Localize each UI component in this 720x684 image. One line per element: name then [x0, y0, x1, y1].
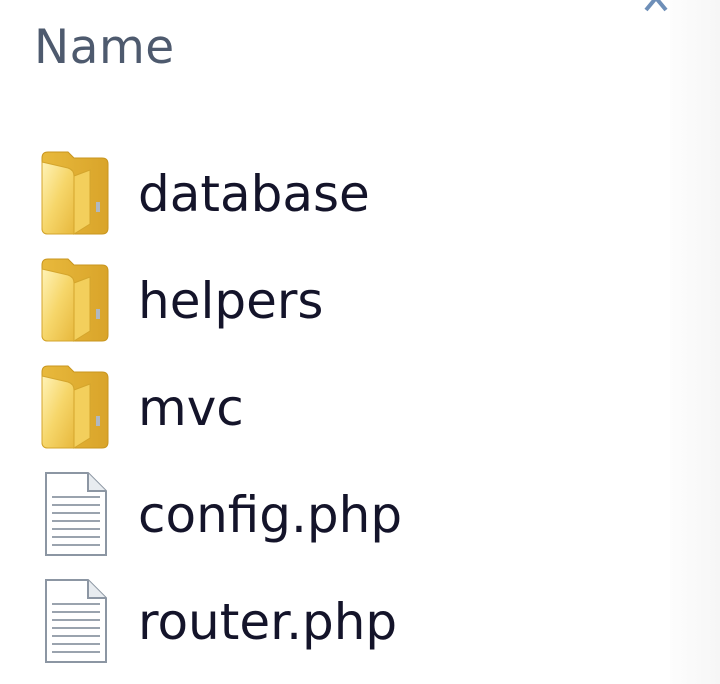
folder-icon	[38, 148, 112, 236]
folder-icon	[38, 255, 112, 343]
item-name: config.php	[138, 486, 403, 544]
list-item-helpers[interactable]: helpers	[0, 247, 670, 354]
item-name: router.php	[138, 593, 398, 651]
sort-ascending-icon	[644, 0, 668, 12]
file-list: database helpers mvc config.php router.p…	[0, 140, 670, 675]
item-name: helpers	[138, 272, 324, 330]
name-column-label: Name	[34, 20, 175, 75]
file-explorer-pane: Name database helpers mvc config.php rou…	[0, 0, 720, 684]
name-column-header[interactable]: Name	[0, 0, 670, 110]
document-icon	[38, 576, 112, 664]
scroll-area-edge	[670, 0, 720, 684]
document-icon	[38, 469, 112, 557]
list-item-mvc[interactable]: mvc	[0, 354, 670, 461]
list-item-config-php[interactable]: config.php	[0, 461, 670, 568]
list-item-router-php[interactable]: router.php	[0, 568, 670, 675]
folder-icon	[38, 362, 112, 450]
item-name: mvc	[138, 379, 244, 437]
item-name: database	[138, 165, 370, 223]
list-item-database[interactable]: database	[0, 140, 670, 247]
